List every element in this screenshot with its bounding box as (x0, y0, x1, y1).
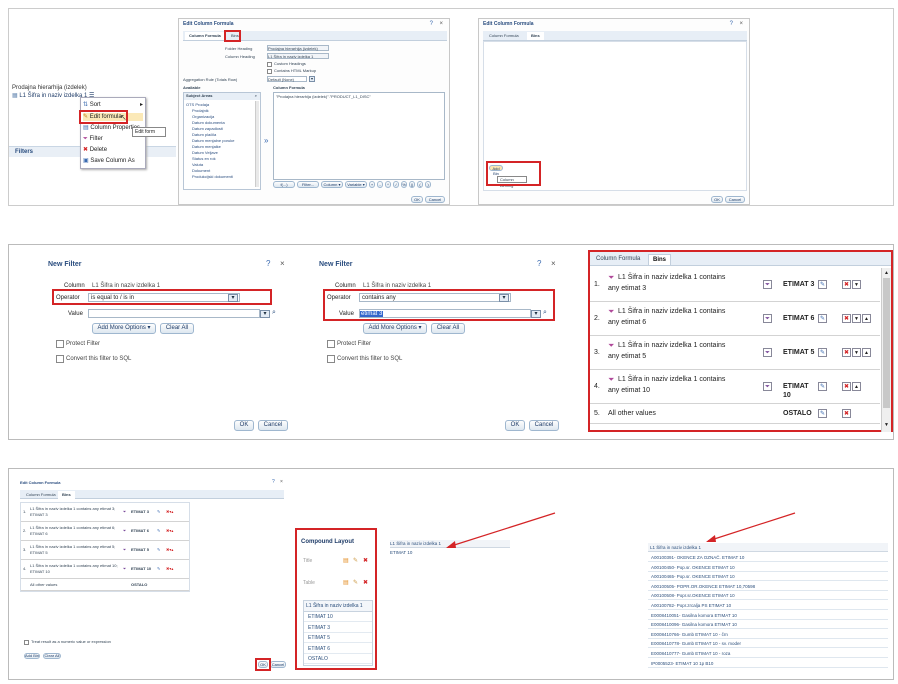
arrow-right-head (706, 535, 716, 542)
arrow-right (707, 512, 796, 542)
arrow-left-head (446, 541, 456, 548)
annotation-arrows (446, 512, 796, 548)
arrow-left (447, 512, 556, 548)
